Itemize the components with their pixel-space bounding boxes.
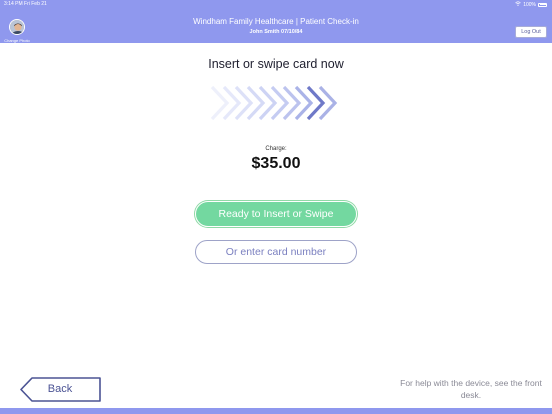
chevron-arrows-icon	[210, 84, 340, 127]
back-button-label[interactable]: Back	[34, 377, 86, 401]
patient-info: John Smith 07/10/84	[249, 29, 303, 35]
logout-button[interactable]: Log Out	[515, 26, 547, 38]
enter-card-number-button[interactable]: Or enter card number	[195, 240, 357, 264]
wifi-icon	[515, 1, 521, 8]
payment-screen: 3:14 PM Fri Feb 21 100% Change Photo Win…	[0, 0, 552, 414]
header-bar: 3:14 PM Fri Feb 21 100% Change Photo Win…	[0, 0, 552, 43]
page-title: Windham Family Healthcare | Patient Chec…	[193, 17, 359, 26]
avatar[interactable]	[9, 19, 25, 35]
status-time: 3:14 PM Fri Feb 21	[4, 1, 47, 7]
change-photo-link[interactable]: Change Photo	[0, 38, 34, 43]
ready-to-insert-button[interactable]: Ready to Insert or Swipe	[195, 201, 357, 227]
battery-percent: 100%	[523, 1, 536, 8]
charge-label: Charge:	[265, 146, 287, 152]
bottom-bar	[0, 408, 552, 414]
charge-amount: $35.00	[251, 155, 301, 172]
instruction-title: Insert or swipe card now	[208, 57, 344, 71]
help-text: For help with the device, see the front …	[400, 378, 542, 400]
battery-icon	[538, 2, 547, 7]
status-indicators: 100%	[515, 1, 547, 8]
